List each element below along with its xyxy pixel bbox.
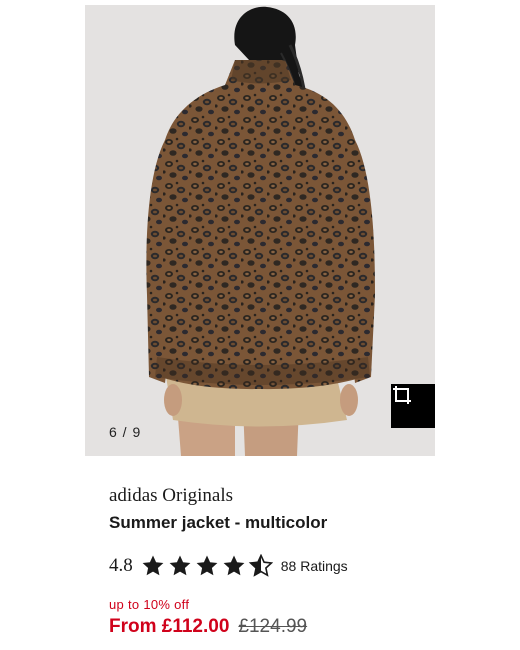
rating-value: 4.8 <box>109 555 133 576</box>
rating-stars <box>141 554 273 578</box>
jacket-photo <box>85 5 435 456</box>
product-title: Summer jacket - multicolor <box>109 513 328 532</box>
product-image[interactable]: 6 / 9 <box>85 5 435 456</box>
discount-label: up to 10% off <box>109 597 190 612</box>
star-full-icon <box>196 555 218 576</box>
brand-name[interactable]: adidas Originals <box>109 485 233 507</box>
star-half-icon <box>249 554 272 577</box>
price-row: From £112.00 £124.99 <box>109 616 307 638</box>
current-price: From £112.00 <box>109 616 230 637</box>
ratings-count[interactable]: 88 Ratings <box>281 558 348 574</box>
image-counter: 6 / 9 <box>109 424 142 440</box>
star-full-icon <box>223 555 245 576</box>
expand-button[interactable] <box>391 384 435 428</box>
original-price: £124.99 <box>238 616 308 637</box>
expand-crop-icon <box>393 386 411 404</box>
rating-row[interactable]: 4.8 88 Ratings <box>109 553 348 579</box>
star-full-icon <box>142 555 164 576</box>
star-rating-icons <box>142 554 272 577</box>
star-full-icon <box>169 555 191 576</box>
